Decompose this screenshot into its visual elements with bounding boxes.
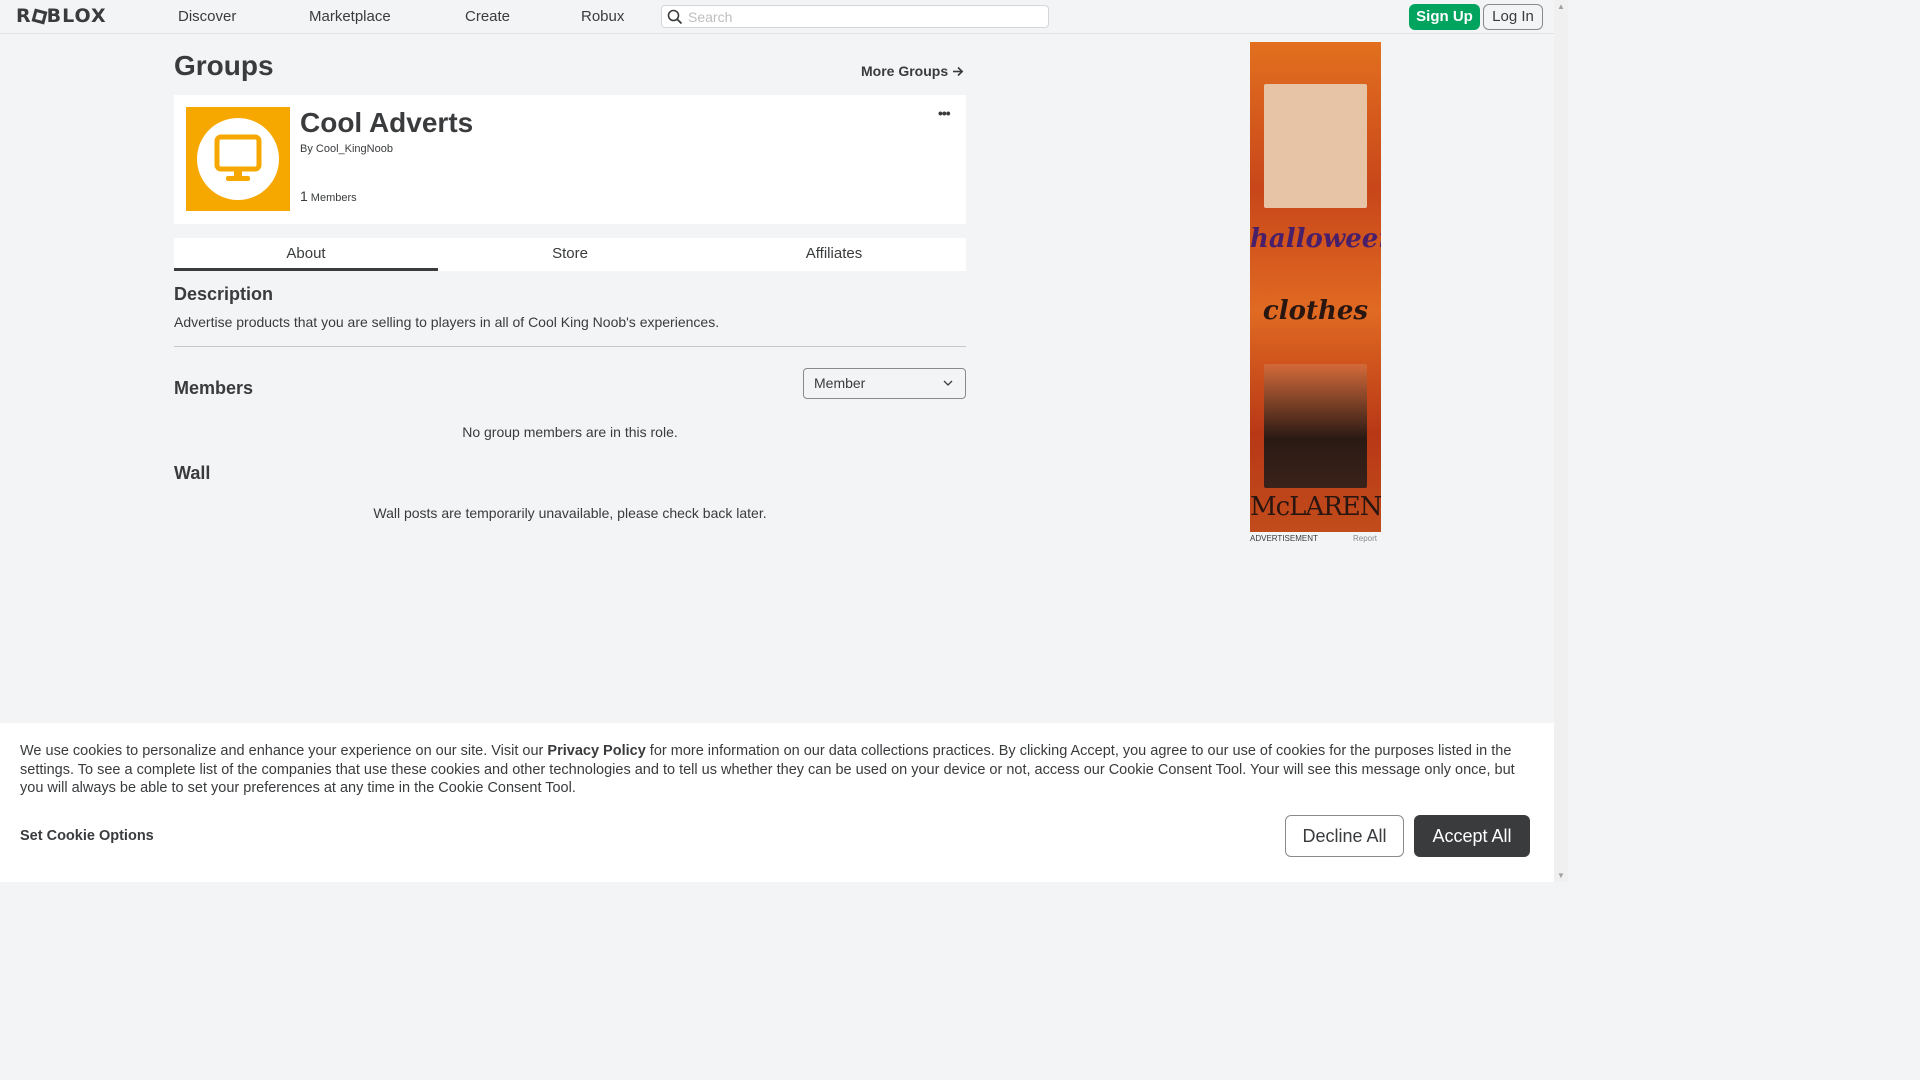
page-title: Groups bbox=[174, 50, 274, 81]
group-name: Cool Adverts bbox=[300, 107, 474, 138]
set-cookie-options-link[interactable]: Set Cookie Options bbox=[20, 828, 154, 844]
members-heading: Members bbox=[174, 378, 254, 398]
group-description: Advertise products that you are selling … bbox=[174, 314, 720, 330]
monitor-icon bbox=[214, 134, 262, 181]
ad-text-clothes: clothes bbox=[1262, 296, 1369, 326]
member-count-value: 1 bbox=[300, 188, 308, 204]
search-icon bbox=[667, 9, 683, 25]
nav-marketplace[interactable]: Marketplace bbox=[309, 8, 391, 25]
more-groups-link[interactable]: More Groups bbox=[861, 63, 964, 79]
report-ad-link[interactable]: Report bbox=[1353, 534, 1377, 543]
wall-unavailable-message: Wall posts are temporarily unavailable, … bbox=[373, 505, 767, 521]
description-heading: Description bbox=[174, 284, 274, 304]
group-header-card: Cool Adverts By Cool_KingNoob 1 Members •… bbox=[174, 95, 966, 224]
cookie-message: We use cookies to personalize and enhanc… bbox=[20, 742, 1535, 798]
group-emblem-circle bbox=[197, 118, 279, 200]
more-groups-label: More Groups bbox=[861, 63, 949, 79]
tab-store[interactable]: Store bbox=[438, 238, 702, 271]
member-count-label: Members bbox=[310, 192, 357, 204]
page-scrollbar[interactable]: ▲ ▼ bbox=[1554, 0, 1568, 882]
decline-all-button[interactable]: Decline All bbox=[1285, 815, 1404, 857]
by-label: By bbox=[300, 143, 313, 155]
tab-about[interactable]: About bbox=[174, 238, 438, 271]
ad-pants-image bbox=[1264, 364, 1367, 488]
more-options-button[interactable]: ••• bbox=[938, 105, 951, 121]
cookie-text-before: We use cookies to personalize and enhanc… bbox=[20, 743, 548, 759]
roblox-logo[interactable]: R BLOX bbox=[16, 5, 107, 27]
scroll-down-arrow-icon[interactable]: ▼ bbox=[1557, 871, 1565, 880]
member-count: 1 Members bbox=[300, 188, 357, 204]
search-input[interactable] bbox=[688, 8, 1038, 25]
sign-up-button[interactable]: Sign Up bbox=[1409, 4, 1480, 30]
cookie-consent-banner: We use cookies to personalize and enhanc… bbox=[0, 723, 1554, 882]
ad-shirt-image bbox=[1264, 84, 1367, 208]
top-navigation-bar: R BLOX Discover Marketplace Create Robux … bbox=[0, 0, 1554, 34]
nav-create[interactable]: Create bbox=[465, 8, 510, 25]
group-emblem[interactable] bbox=[186, 107, 290, 211]
advertisement-banner[interactable]: halloween clothes McLAREN bbox=[1250, 42, 1381, 532]
section-divider bbox=[174, 346, 966, 347]
ad-text-halloween: halloween bbox=[1250, 224, 1381, 254]
role-dropdown-value: Member bbox=[814, 375, 866, 391]
group-tabs: About Store Affiliates bbox=[174, 238, 966, 271]
group-owner-line: By Cool_KingNoob bbox=[300, 143, 393, 155]
role-dropdown[interactable]: Member bbox=[803, 368, 966, 399]
tab-affiliates[interactable]: Affiliates bbox=[702, 238, 966, 271]
search-box bbox=[661, 5, 1049, 28]
nav-discover[interactable]: Discover bbox=[178, 8, 236, 25]
wall-heading: Wall bbox=[174, 463, 211, 483]
accept-all-button[interactable]: Accept All bbox=[1414, 815, 1530, 857]
scroll-up-arrow-icon[interactable]: ▲ bbox=[1557, 2, 1565, 11]
nav-robux[interactable]: Robux bbox=[581, 8, 624, 25]
arrow-right-icon bbox=[953, 66, 964, 77]
members-empty-message: No group members are in this role. bbox=[462, 424, 678, 440]
owner-link[interactable]: Cool_KingNoob bbox=[316, 143, 393, 155]
advertisement-label: ADVERTISEMENT bbox=[1250, 534, 1318, 543]
privacy-policy-link[interactable]: Privacy Policy bbox=[547, 743, 645, 759]
chevron-down-icon bbox=[943, 369, 953, 398]
log-in-button[interactable]: Log In bbox=[1483, 4, 1543, 30]
ad-text-brand: McLAREN bbox=[1250, 492, 1381, 522]
